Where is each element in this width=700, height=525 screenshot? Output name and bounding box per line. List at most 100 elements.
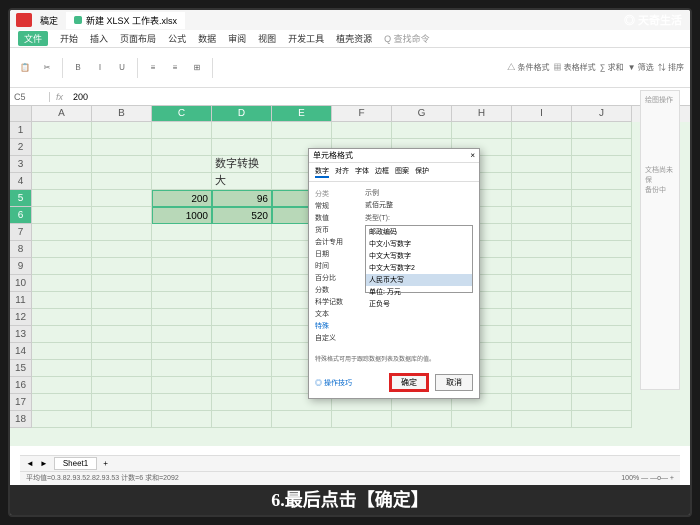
cell[interactable] <box>572 258 632 275</box>
menu-res[interactable]: 植壳资源 <box>336 32 372 45</box>
col-header-G[interactable]: G <box>392 106 452 122</box>
cell[interactable] <box>32 173 92 190</box>
cell[interactable] <box>32 190 92 207</box>
cell[interactable] <box>32 343 92 360</box>
cell[interactable] <box>572 207 632 224</box>
category-item[interactable]: 日期 <box>315 248 359 260</box>
row-header-5[interactable]: 5 <box>10 190 32 207</box>
cell[interactable] <box>572 275 632 292</box>
cell[interactable] <box>92 207 152 224</box>
category-item[interactable]: 常规 <box>315 200 359 212</box>
cell[interactable] <box>32 224 92 241</box>
underline-icon[interactable]: U <box>113 59 131 77</box>
cell[interactable] <box>332 122 392 139</box>
category-item[interactable]: 数值 <box>315 212 359 224</box>
menu-dev[interactable]: 开发工具 <box>288 32 324 45</box>
cell[interactable] <box>512 122 572 139</box>
cell[interactable] <box>212 241 272 258</box>
cell[interactable] <box>512 190 572 207</box>
cell[interactable] <box>32 241 92 258</box>
dlg-tab-5[interactable]: 保护 <box>415 166 429 178</box>
cell[interactable] <box>32 258 92 275</box>
row-header-9[interactable]: 9 <box>10 258 32 275</box>
cell[interactable] <box>512 394 572 411</box>
row-header-3[interactable]: 3 <box>10 156 32 173</box>
align-left-icon[interactable]: ≡ <box>144 59 162 77</box>
cell[interactable] <box>32 139 92 156</box>
cell[interactable] <box>452 122 512 139</box>
cell[interactable] <box>572 292 632 309</box>
align-center-icon[interactable]: ≡ <box>166 59 184 77</box>
cell[interactable] <box>392 411 452 428</box>
cell[interactable] <box>92 275 152 292</box>
cell[interactable] <box>212 139 272 156</box>
row-header-17[interactable]: 17 <box>10 394 32 411</box>
cell[interactable] <box>152 258 212 275</box>
cell[interactable] <box>32 326 92 343</box>
cell[interactable] <box>212 394 272 411</box>
select-all[interactable] <box>10 106 32 122</box>
name-box[interactable]: C5 <box>10 92 50 102</box>
cell[interactable] <box>512 139 572 156</box>
category-item[interactable]: 时间 <box>315 260 359 272</box>
type-item[interactable]: 中文大写数字 <box>366 250 472 262</box>
cell[interactable] <box>152 139 212 156</box>
cell[interactable] <box>152 377 212 394</box>
cell[interactable] <box>512 224 572 241</box>
merge-icon[interactable]: ⊞ <box>188 59 206 77</box>
row-header-2[interactable]: 2 <box>10 139 32 156</box>
cell[interactable] <box>32 156 92 173</box>
dialog-titlebar[interactable]: 单元格格式 × <box>309 149 479 163</box>
row-header-1[interactable]: 1 <box>10 122 32 139</box>
search-box[interactable]: Q 查找命令 <box>384 32 430 45</box>
row-header-15[interactable]: 15 <box>10 360 32 377</box>
category-item[interactable]: 科学记数 <box>315 296 359 308</box>
file-menu[interactable]: 文件 <box>18 31 48 46</box>
cell[interactable] <box>572 343 632 360</box>
cell[interactable] <box>512 275 572 292</box>
cell[interactable] <box>512 360 572 377</box>
cell[interactable] <box>92 360 152 377</box>
bold-icon[interactable]: B <box>69 59 87 77</box>
col-header-F[interactable]: F <box>332 106 392 122</box>
cell[interactable] <box>32 275 92 292</box>
cell[interactable] <box>152 326 212 343</box>
col-header-J[interactable]: J <box>572 106 632 122</box>
cell[interactable] <box>512 173 572 190</box>
cell[interactable] <box>572 122 632 139</box>
cell[interactable] <box>212 173 272 190</box>
category-item[interactable]: 百分比 <box>315 272 359 284</box>
cell[interactable] <box>32 411 92 428</box>
cell[interactable] <box>92 343 152 360</box>
italic-icon[interactable]: I <box>91 59 109 77</box>
row-header-7[interactable]: 7 <box>10 224 32 241</box>
cell[interactable] <box>512 258 572 275</box>
cell[interactable] <box>392 122 452 139</box>
cell[interactable] <box>152 343 212 360</box>
category-item[interactable]: 特殊 <box>315 320 359 332</box>
next-sheet-icon[interactable]: ► <box>40 459 48 468</box>
cell[interactable] <box>92 190 152 207</box>
cell[interactable] <box>212 292 272 309</box>
col-header-C[interactable]: C <box>152 106 212 122</box>
cell[interactable] <box>212 377 272 394</box>
cell[interactable] <box>92 326 152 343</box>
dlg-tab-4[interactable]: 图案 <box>395 166 409 178</box>
cell[interactable] <box>512 207 572 224</box>
sheet-tab[interactable]: Sheet1 <box>54 457 97 470</box>
cut-icon[interactable]: ✂ <box>38 59 56 77</box>
fx-icon[interactable]: fx <box>50 92 69 102</box>
category-item[interactable]: 会计专用 <box>315 236 359 248</box>
cell[interactable] <box>332 411 392 428</box>
type-list[interactable]: 邮政编码中文小写数字中文大写数字中文大写数字2人民币大写单位: 万元正负号 <box>365 225 473 293</box>
cell[interactable] <box>212 258 272 275</box>
col-header-E[interactable]: E <box>272 106 332 122</box>
sort-btn[interactable]: ⇅ 排序 <box>658 62 684 73</box>
dlg-tab-2[interactable]: 字体 <box>355 166 369 178</box>
row-header-6[interactable]: 6 <box>10 207 32 224</box>
cell[interactable] <box>572 139 632 156</box>
cell[interactable] <box>272 411 332 428</box>
row-header-12[interactable]: 12 <box>10 309 32 326</box>
menu-view[interactable]: 视图 <box>258 32 276 45</box>
cell[interactable]: 520 <box>212 207 272 224</box>
